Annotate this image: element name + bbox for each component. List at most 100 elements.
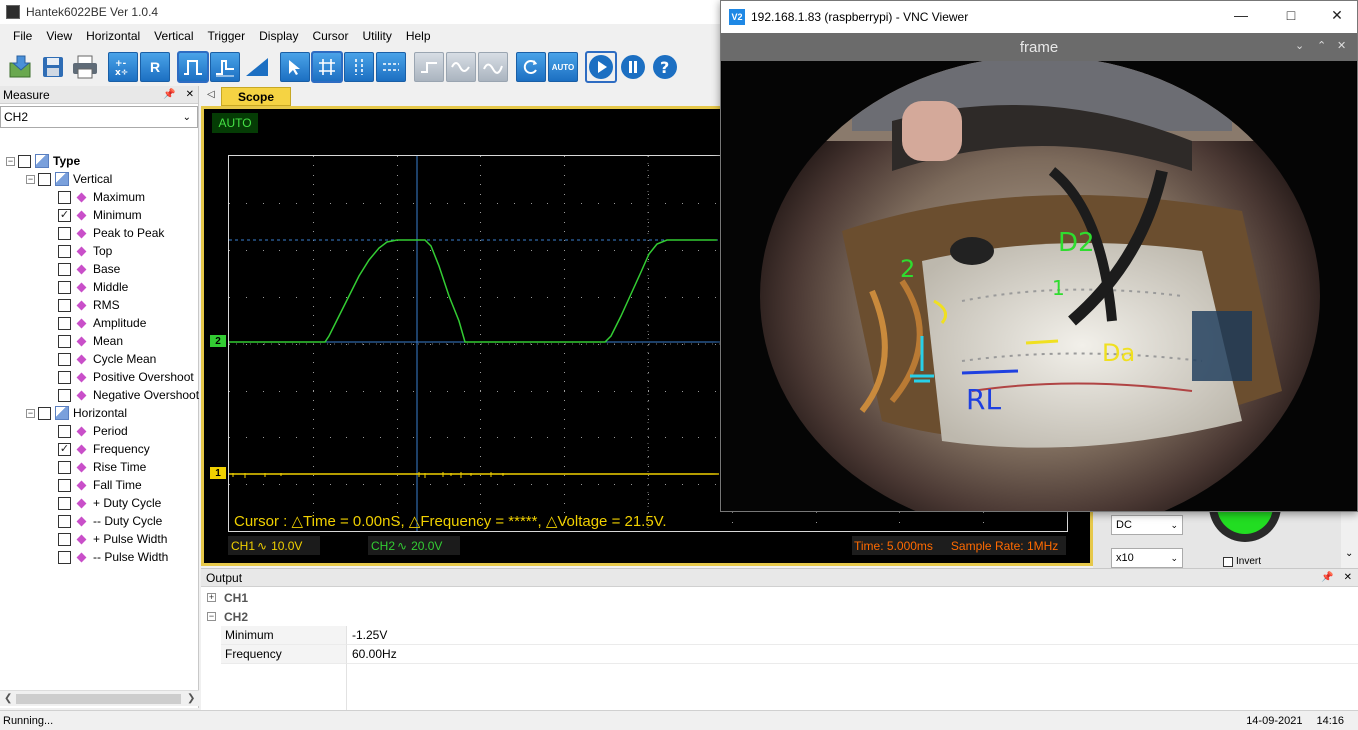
- tree-node-vertical[interactable]: − Vertical: [26, 170, 112, 188]
- measure-item[interactable]: Period: [58, 422, 128, 440]
- maximize-icon[interactable]: □: [1281, 7, 1301, 23]
- vnc-viewer-window[interactable]: V2 192.168.1.83 (raspberrypi) - VNC View…: [720, 0, 1358, 512]
- ramp-icon[interactable]: [242, 52, 272, 82]
- measure-item[interactable]: -- Duty Cycle: [58, 512, 162, 530]
- probe-select[interactable]: x10 ⌄: [1111, 548, 1183, 568]
- ch1-marker[interactable]: 1: [210, 467, 226, 479]
- menu-display[interactable]: Display: [252, 29, 305, 43]
- tree-node-type[interactable]: − Type: [6, 152, 80, 170]
- measure-checkbox[interactable]: [58, 460, 71, 474]
- measure-checkbox[interactable]: [58, 424, 71, 438]
- measure-checkbox[interactable]: [58, 388, 71, 402]
- measure-checkbox[interactable]: [58, 226, 71, 240]
- measure-item[interactable]: + Duty Cycle: [58, 494, 161, 512]
- checkbox[interactable]: [18, 154, 31, 168]
- checkbox[interactable]: [38, 406, 51, 420]
- measure-item[interactable]: Rise Time: [58, 458, 146, 476]
- ch2-marker[interactable]: 2: [210, 335, 226, 347]
- measure-checkbox[interactable]: [58, 550, 71, 564]
- menu-utility[interactable]: Utility: [355, 29, 398, 43]
- help-icon[interactable]: ?: [650, 52, 680, 82]
- ch1-status[interactable]: CH1 ∿ 10.0V: [228, 536, 320, 555]
- measure-item[interactable]: Middle: [58, 278, 128, 296]
- pin-icon[interactable]: 📌: [163, 89, 175, 100]
- close-icon[interactable]: ✕: [1344, 572, 1352, 583]
- measure-channel-select[interactable]: CH2 ⌄: [0, 106, 198, 128]
- wave-icon[interactable]: [478, 52, 508, 82]
- select-cursor-icon[interactable]: [280, 52, 310, 82]
- horizontal-cursor-icon[interactable]: [376, 52, 406, 82]
- menu-horizontal[interactable]: Horizontal: [79, 29, 147, 43]
- collapse-icon[interactable]: −: [26, 408, 35, 418]
- coupling-select[interactable]: DC ⌄: [1111, 515, 1183, 535]
- menu-file[interactable]: File: [0, 29, 39, 43]
- measure-item[interactable]: -- Pulse Width: [58, 548, 168, 566]
- output-group-ch1[interactable]: + CH1: [201, 588, 248, 607]
- measure-checkbox[interactable]: [58, 514, 71, 528]
- close-icon[interactable]: ✕: [1337, 39, 1346, 52]
- measure-item[interactable]: ✓ Frequency: [58, 440, 150, 458]
- measure-item[interactable]: Cycle Mean: [58, 350, 156, 368]
- menu-help[interactable]: Help: [399, 29, 438, 43]
- measure-checkbox[interactable]: [58, 262, 71, 276]
- measure-checkbox[interactable]: [58, 298, 71, 312]
- tab-scope[interactable]: Scope: [221, 87, 291, 106]
- scroll-thumb[interactable]: [16, 694, 181, 704]
- chevron-up-icon[interactable]: ⌃: [1317, 39, 1326, 52]
- collapse-icon[interactable]: −: [26, 174, 35, 184]
- measure-item[interactable]: Peak to Peak: [58, 224, 164, 242]
- minimize-icon[interactable]: —: [1231, 7, 1251, 23]
- refresh-icon[interactable]: [516, 52, 546, 82]
- output-group-ch2[interactable]: − CH2: [201, 607, 248, 626]
- measure-item[interactable]: Top: [58, 242, 112, 260]
- timebase-status[interactable]: Time: 5.000ms Sample Rate: 1MHz: [852, 536, 1066, 555]
- menu-cursor[interactable]: Cursor: [305, 29, 355, 43]
- square-wave-icon[interactable]: [414, 52, 444, 82]
- measure-item[interactable]: Fall Time: [58, 476, 142, 494]
- measure-item[interactable]: + Pulse Width: [58, 530, 167, 548]
- math-icon[interactable]: +- x÷: [108, 52, 138, 82]
- pulse-trigger-icon[interactable]: [177, 51, 209, 83]
- measure-item[interactable]: RMS: [58, 296, 120, 314]
- open-icon[interactable]: [6, 52, 36, 82]
- measure-checkbox[interactable]: [58, 244, 71, 258]
- sine-wave-icon[interactable]: [446, 52, 476, 82]
- cross-cursor-icon[interactable]: [311, 51, 343, 83]
- measure-checkbox[interactable]: [58, 316, 71, 330]
- measure-checkbox[interactable]: [58, 370, 71, 384]
- measure-item[interactable]: ✓ Minimum: [58, 206, 142, 224]
- run-icon[interactable]: [585, 51, 617, 83]
- save-icon[interactable]: [38, 52, 68, 82]
- checkbox[interactable]: [38, 172, 51, 186]
- scroll-down-icon[interactable]: ⌄: [1345, 548, 1353, 559]
- measure-checkbox[interactable]: [58, 496, 71, 510]
- expand-icon[interactable]: +: [207, 593, 216, 602]
- measure-checkbox[interactable]: [58, 334, 71, 348]
- measure-item[interactable]: Negative Overshoot: [58, 386, 199, 404]
- panel-scrollbar[interactable]: ⌄: [1341, 510, 1358, 568]
- measure-item[interactable]: Amplitude: [58, 314, 146, 332]
- menu-trigger[interactable]: Trigger: [201, 29, 253, 43]
- vertical-cursor-icon[interactable]: [344, 52, 374, 82]
- pin-icon[interactable]: 📌: [1321, 572, 1333, 583]
- measure-hscrollbar[interactable]: ❮ ❯: [0, 690, 199, 706]
- invert-checkbox[interactable]: Invert: [1223, 556, 1261, 567]
- scroll-right-icon[interactable]: ❯: [187, 693, 195, 704]
- measure-item[interactable]: Mean: [58, 332, 123, 350]
- measure-item[interactable]: Base: [58, 260, 120, 278]
- ch2-status[interactable]: CH2 ∿ 20.0V: [368, 536, 460, 555]
- measure-checkbox[interactable]: ✓: [58, 208, 71, 222]
- measure-item[interactable]: Maximum: [58, 188, 145, 206]
- scroll-left-icon[interactable]: ❮: [4, 693, 12, 704]
- menu-vertical[interactable]: Vertical: [147, 29, 200, 43]
- measure-checkbox[interactable]: ✓: [58, 442, 71, 456]
- reference-button[interactable]: R: [140, 52, 170, 82]
- tab-scroll-left-icon[interactable]: ◁: [207, 89, 215, 100]
- chevron-down-icon[interactable]: ⌄: [1295, 39, 1304, 52]
- measure-checkbox[interactable]: [58, 478, 71, 492]
- close-icon[interactable]: ✕: [1327, 7, 1347, 24]
- measure-checkbox[interactable]: [58, 280, 71, 294]
- measure-item[interactable]: Positive Overshoot: [58, 368, 194, 386]
- auto-set-button[interactable]: AUTO: [548, 52, 578, 82]
- collapse-icon[interactable]: −: [207, 612, 216, 621]
